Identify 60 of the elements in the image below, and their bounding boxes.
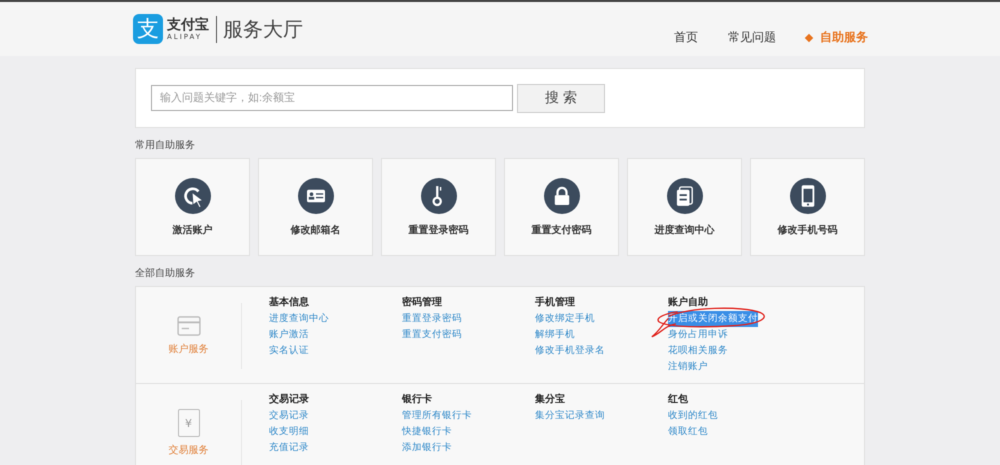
service-link[interactable]: 实名认证 [269, 343, 309, 359]
service-card[interactable]: 重置登录密码 [381, 158, 496, 256]
document-icon [666, 178, 702, 214]
nav-link[interactable]: 首页 [674, 29, 698, 46]
service-card[interactable]: 重置支付密码 [504, 158, 619, 256]
service-link[interactable]: 快捷银行卡 [402, 424, 452, 440]
group-title: 手机管理 [535, 296, 576, 310]
cursor-icon [174, 178, 210, 214]
clipboard-icon: ¥ [178, 409, 200, 437]
group-title: 密码管理 [402, 296, 443, 310]
key-icon [420, 178, 456, 214]
service-link[interactable]: 进度查询中心 [269, 311, 329, 327]
id-card-icon [298, 178, 334, 214]
service-link[interactable]: 重置登录密码 [402, 311, 462, 327]
group-title: 集分宝 [535, 392, 566, 407]
service-card[interactable]: 激活账户 [135, 158, 250, 256]
service-link[interactable]: 重置支付密码 [402, 327, 462, 343]
category-label: 账户服务 [168, 342, 208, 356]
search-field[interactable]: 输入问题关键字，如:余额宝 [151, 85, 513, 111]
group-title: 交易记录 [269, 392, 310, 407]
service-card[interactable]: 进度查询中心 [627, 158, 742, 256]
service-link[interactable]: 领取红包 [668, 424, 708, 440]
service-label: 进度查询中心 [654, 223, 714, 236]
service-card[interactable]: 修改邮箱名 [258, 158, 373, 256]
group-title: 基本信息 [269, 296, 310, 310]
service-link[interactable]: 修改绑定手机 [535, 311, 595, 327]
logo-name: 支付宝 [167, 18, 209, 32]
service-card[interactable]: 修改手机号码 [750, 158, 865, 256]
card-icon [176, 316, 200, 336]
service-link[interactable]: 账户激活 [269, 327, 309, 343]
category-label: 交易服务 [168, 444, 208, 457]
group-title: 账户自助 [668, 295, 709, 310]
service-link[interactable]: 修改手机登录名 [535, 343, 605, 359]
lock-icon [544, 178, 580, 214]
nav-link[interactable]: 常见问题 [728, 29, 776, 46]
nav-link[interactable]: 自助服务 [806, 29, 868, 46]
service-link[interactable]: 花呗相关服务 [668, 343, 728, 359]
service-link[interactable]: 管理所有银行卡 [402, 408, 472, 424]
service-link[interactable]: 集分宝记录查询 [535, 408, 605, 424]
service-label: 重置支付密码 [532, 224, 592, 236]
service-link[interactable]: 充值记录 [269, 440, 309, 456]
service-label: 修改手机号码 [778, 224, 838, 236]
service-label: 修改邮箱名 [290, 224, 340, 236]
service-label: 重置登录密码 [408, 224, 468, 236]
section-title: 常用自助服务 [135, 138, 196, 152]
section-title: 全部自助服务 [135, 266, 196, 280]
service-link[interactable]: 解绑手机 [535, 327, 575, 343]
service-link[interactable]: 收到的红包 [668, 408, 718, 424]
service-link[interactable]: 添加银行卡 [402, 440, 452, 456]
group-title: 银行卡 [402, 392, 433, 407]
search-button[interactable]: 搜 索 [517, 84, 605, 112]
service-link[interactable]: 身份占用申诉 [668, 327, 728, 343]
service-link[interactable]: 交易记录 [269, 408, 309, 424]
service-label: 激活账户 [172, 223, 212, 236]
group-title: 红包 [668, 392, 689, 407]
service-link[interactable]: 收支明细 [269, 424, 309, 440]
service-link[interactable]: 注销账户 [668, 359, 708, 375]
phone-icon [790, 178, 826, 214]
hall-title: 服务大厅 [216, 16, 303, 42]
logo-mark: 支 [133, 14, 163, 44]
